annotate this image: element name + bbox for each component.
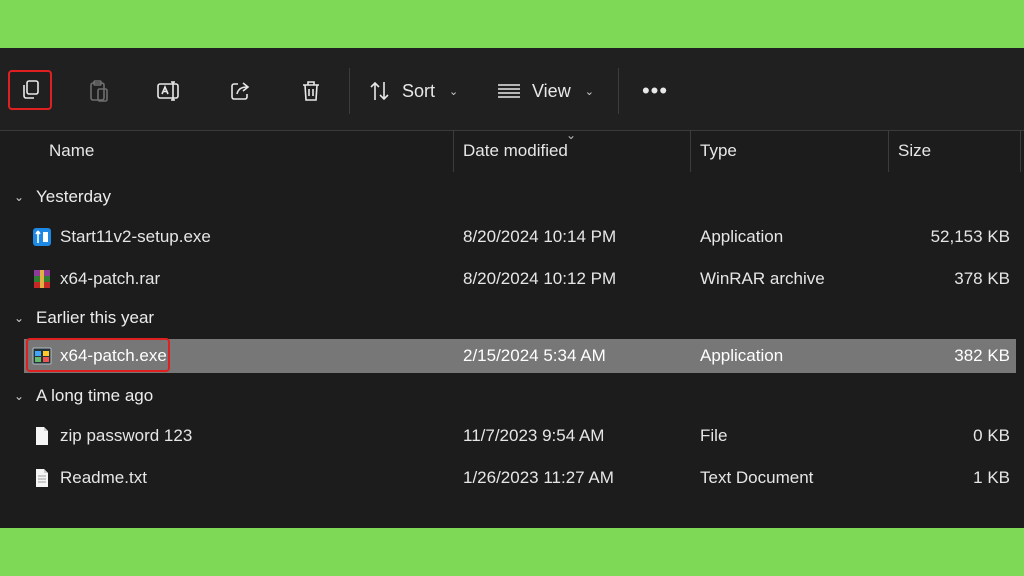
column-divider[interactable]	[690, 130, 691, 172]
file-row[interactable]: x64-patch.rar 8/20/2024 10:12 PM WinRAR …	[24, 262, 1016, 296]
text-file-icon	[32, 468, 52, 488]
sort-label: Sort	[402, 80, 436, 101]
copy-icon	[19, 79, 41, 101]
sort-button[interactable]: Sort ⌄	[368, 70, 468, 112]
file-size: 0 KB	[973, 426, 1010, 445]
sort-icon	[368, 80, 392, 102]
file-name: Readme.txt	[60, 468, 147, 487]
toolbar-separator	[349, 68, 350, 114]
group-label: Yesterday	[36, 187, 111, 206]
chevron-down-icon: ⌄	[449, 85, 459, 98]
file-date: 11/7/2023 9:54 AM	[463, 426, 605, 445]
file-row[interactable]: Readme.txt 1/26/2023 11:27 AM Text Docum…	[24, 461, 1016, 495]
column-header-name[interactable]: Name	[49, 130, 94, 172]
file-size: 1 KB	[973, 468, 1010, 487]
file-date: 1/26/2023 11:27 AM	[463, 468, 614, 487]
file-name: Start11v2-setup.exe	[60, 227, 211, 246]
file-date: 2/15/2024 5:34 AM	[463, 346, 606, 365]
group-header-a-long-time-ago[interactable]: ⌄ A long time ago	[14, 381, 153, 411]
paste-icon	[87, 79, 111, 103]
copy-button[interactable]	[8, 70, 52, 110]
file-type: Application	[700, 346, 784, 365]
chevron-down-icon: ⌄	[584, 85, 594, 98]
group-header-yesterday[interactable]: ⌄ Yesterday	[14, 182, 111, 212]
group-header-earlier-this-year[interactable]: ⌄ Earlier this year	[14, 303, 154, 333]
file-name: x64-patch.exe	[60, 346, 167, 365]
delete-icon	[300, 79, 322, 103]
delete-button[interactable]	[290, 70, 332, 112]
command-bar: Sort ⌄ View ⌄ •••	[0, 48, 1024, 131]
file-name: zip password 123	[60, 426, 193, 445]
paste-button[interactable]	[78, 70, 120, 112]
chevron-down-icon: ⌄	[14, 311, 25, 325]
file-type: WinRAR archive	[700, 269, 825, 288]
column-header-type[interactable]: Type	[700, 130, 737, 172]
column-header-date[interactable]: Date modified	[463, 130, 568, 172]
file-name: x64-patch.rar	[60, 269, 161, 288]
file-type: Application	[700, 227, 784, 246]
rename-button[interactable]	[148, 70, 190, 112]
file-icon	[32, 426, 52, 446]
column-divider[interactable]	[1020, 130, 1021, 172]
column-header-row: Name ⌄ Date modified Type Size	[0, 128, 1024, 172]
file-row-selected[interactable]: x64-patch.exe 2/15/2024 5:34 AM Applicat…	[24, 338, 1016, 373]
installer-icon	[32, 227, 52, 247]
file-date: 8/20/2024 10:12 PM	[463, 269, 617, 288]
file-type: File	[700, 426, 728, 445]
group-label: A long time ago	[36, 386, 154, 405]
file-explorer-window: Sort ⌄ View ⌄ ••• Name ⌄ Date modified T…	[0, 48, 1024, 528]
group-label: Earlier this year	[36, 308, 155, 327]
view-button[interactable]: View ⌄	[496, 70, 600, 112]
more-icon: •••	[641, 78, 669, 103]
more-options-button[interactable]: •••	[634, 70, 676, 112]
file-row[interactable]: Start11v2-setup.exe 8/20/2024 10:14 PM A…	[24, 220, 1016, 254]
toolbar-separator	[618, 68, 619, 114]
share-button[interactable]	[219, 70, 261, 112]
column-divider[interactable]	[453, 130, 454, 172]
file-size: 382 KB	[954, 346, 1010, 365]
file-date: 8/20/2024 10:14 PM	[463, 227, 617, 246]
winrar-icon	[32, 269, 52, 289]
file-row[interactable]: zip password 123 11/7/2023 9:54 AM File …	[24, 419, 1016, 453]
view-icon	[496, 81, 522, 101]
file-type: Text Document	[700, 468, 814, 487]
exe-icon	[32, 346, 52, 366]
column-header-size[interactable]: Size	[898, 130, 931, 172]
file-size: 52,153 KB	[930, 227, 1010, 246]
chevron-down-icon: ⌄	[14, 389, 25, 403]
share-icon	[228, 79, 252, 103]
column-divider[interactable]	[888, 130, 889, 172]
view-label: View	[532, 80, 571, 101]
chevron-down-icon: ⌄	[14, 190, 25, 204]
rename-icon	[156, 79, 182, 103]
file-size: 378 KB	[954, 269, 1010, 288]
